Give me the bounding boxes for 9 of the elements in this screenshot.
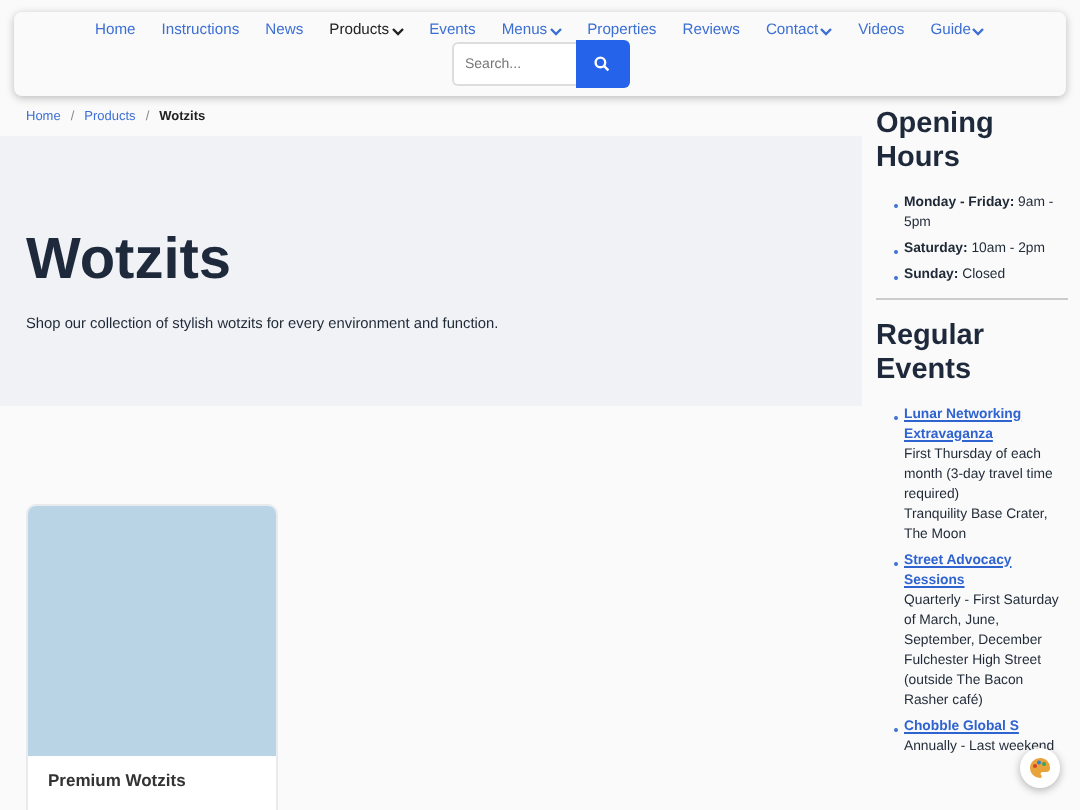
section-heading: Opening Hours xyxy=(876,108,996,178)
search-icon xyxy=(594,56,610,72)
section-heading: Regular Events xyxy=(876,319,986,390)
search-button[interactable] xyxy=(575,40,629,88)
product-title: Premium Wotzits xyxy=(46,768,188,794)
product-card[interactable]: Premium Wotzits xyxy=(26,504,278,810)
palette-button[interactable] xyxy=(1020,748,1060,788)
page-title: Wotzits xyxy=(26,227,234,293)
palette-icon xyxy=(1028,756,1052,780)
